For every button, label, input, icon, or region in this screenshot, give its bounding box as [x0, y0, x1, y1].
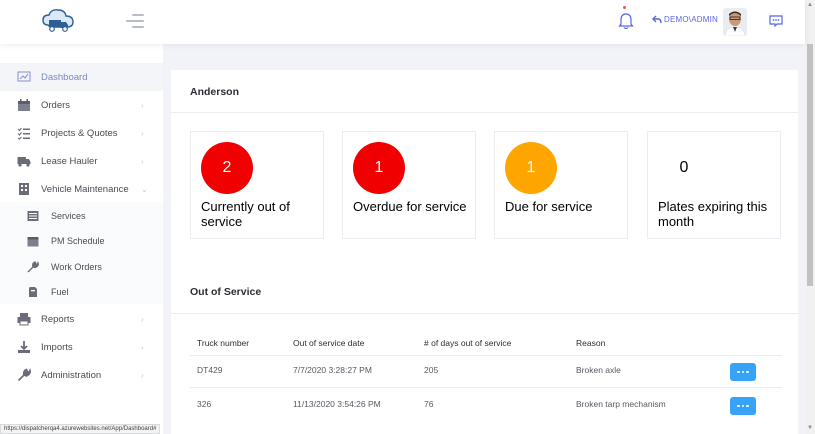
- truck-number-cell: 326: [197, 399, 212, 409]
- sidebar-subitem-label: Services: [51, 211, 86, 221]
- stat-count: 0: [679, 159, 689, 176]
- sidebar-item-label: Vehicle Maintenance: [41, 183, 129, 195]
- stat-count: 2: [201, 142, 253, 194]
- printer-icon: [17, 313, 31, 326]
- chevron-right-icon: ›: [141, 370, 144, 380]
- chevron-right-icon: ›: [141, 342, 144, 352]
- scrollbar-thumb[interactable]: [807, 44, 813, 286]
- chevron-right-icon: ›: [141, 100, 144, 110]
- chevron-right-icon: ›: [141, 314, 144, 324]
- reason-cell: Broken axle: [576, 365, 621, 375]
- truck-number-cell: DT429: [197, 365, 223, 375]
- sidebar-item-label: Administration: [41, 369, 102, 381]
- list-icon: [27, 211, 39, 221]
- stat-label: Plates expiring this month: [658, 199, 768, 229]
- column-header: Out of service date: [293, 338, 365, 348]
- scroll-down-arrow-icon[interactable]: ▼: [807, 425, 813, 431]
- page-title: Anderson: [190, 86, 240, 98]
- row-actions-button[interactable]: [730, 363, 756, 381]
- stat-label: Overdue for service: [353, 199, 467, 214]
- import-icon: [18, 341, 30, 353]
- divider: [171, 313, 798, 314]
- sidebar-subitem-label: PM Schedule: [51, 236, 105, 246]
- sidebar-subitem-label: Work Orders: [51, 262, 102, 272]
- dashboard-panel: Anderson 2 Currently out of service 1 Ov…: [171, 70, 798, 434]
- sidebar-item-label: Dashboard: [41, 71, 88, 83]
- row-actions-button[interactable]: [730, 397, 756, 415]
- sidebar-item-label: Orders: [41, 99, 71, 111]
- out-of-service-date-cell: 7/7/2020 3:28:27 PM: [293, 365, 372, 375]
- sidebar-item-projects-quotes[interactable]: Projects & Quotes ›: [0, 119, 163, 147]
- wrench-icon: [17, 368, 31, 382]
- sidebar-subitem-pm-schedule[interactable]: PM Schedule: [0, 229, 163, 253]
- stat-label: Due for service: [505, 199, 593, 214]
- reason-cell: Broken tarp mechanism: [576, 399, 666, 409]
- sidebar-subitem-services[interactable]: Services: [0, 204, 163, 228]
- avatar[interactable]: [723, 8, 747, 36]
- checklist-icon: [17, 127, 30, 140]
- truck-icon: [17, 157, 31, 167]
- column-header: Reason: [576, 338, 606, 348]
- out-of-service-date-cell: 11/13/2020 3:54:26 PM: [293, 399, 381, 409]
- divider: [171, 112, 798, 113]
- sidebar-item-label: Reports: [41, 313, 75, 325]
- sidebar-item-lease-hauler[interactable]: Lease Hauler ›: [0, 147, 163, 175]
- stat-label: Currently out of service: [201, 199, 290, 229]
- sidebar: Dashboard Orders › Projects & Quotes › L…: [0, 44, 163, 434]
- sidebar-item-label: Projects & Quotes: [41, 127, 118, 139]
- chevron-right-icon: ›: [141, 128, 144, 138]
- table-row-divider: [190, 387, 782, 388]
- column-header: # of days out of service: [424, 338, 512, 348]
- notification-dot: [623, 6, 626, 9]
- column-header: Truck number: [197, 338, 250, 348]
- stat-card-due[interactable]: 1 Due for service: [494, 131, 628, 239]
- calendar-icon: [27, 237, 39, 247]
- fuel-icon: [29, 287, 37, 297]
- days-out-cell: 205: [424, 365, 439, 375]
- sidebar-subitem-label: Fuel: [51, 287, 69, 297]
- days-out-cell: 76: [424, 399, 434, 409]
- sidebar-subitem-work-orders[interactable]: Work Orders: [0, 255, 163, 279]
- status-url: https://dispatcherqa4.azurewebsites.net/…: [0, 424, 161, 434]
- stat-card-plates-expiring[interactable]: 0 Plates expiring this month: [647, 131, 781, 239]
- wrench-icon: [27, 261, 39, 273]
- dashboard-icon: [17, 71, 31, 82]
- section-title: Out of Service: [190, 286, 262, 298]
- user-label: DEMO\ADMIN: [664, 15, 718, 24]
- sidebar-item-administration[interactable]: Administration ›: [0, 361, 163, 389]
- chevron-down-icon: ⌄: [141, 184, 148, 194]
- stat-card-overdue[interactable]: 1 Overdue for service: [342, 131, 476, 239]
- hamburger-icon[interactable]: [126, 14, 144, 30]
- sidebar-item-dashboard[interactable]: Dashboard: [0, 63, 163, 91]
- sidebar-item-vehicle-maintenance[interactable]: Vehicle Maintenance ⌄: [0, 175, 163, 203]
- sidebar-item-label: Imports: [41, 341, 73, 353]
- building-icon: [19, 183, 29, 195]
- sidebar-item-label: Lease Hauler: [41, 155, 98, 167]
- logo-truck-cloud-icon[interactable]: [40, 7, 76, 37]
- chat-icon[interactable]: [769, 15, 783, 27]
- scroll-up-arrow-icon[interactable]: ▲: [807, 2, 813, 8]
- top-header: DEMO\ADMIN: [0, 0, 805, 44]
- table-row-divider: [190, 355, 782, 356]
- stat-count: 1: [505, 142, 557, 194]
- sidebar-item-orders[interactable]: Orders ›: [0, 91, 163, 119]
- sidebar-item-imports[interactable]: Imports ›: [0, 333, 163, 361]
- sidebar-item-reports[interactable]: Reports ›: [0, 305, 163, 333]
- chevron-right-icon: ›: [141, 156, 144, 166]
- impersonated-user-link[interactable]: DEMO\ADMIN: [652, 15, 718, 24]
- calendar-icon: [18, 99, 30, 111]
- stat-card-out-of-service[interactable]: 2 Currently out of service: [190, 131, 324, 239]
- stat-count: 1: [353, 142, 405, 194]
- undo-arrow-icon: [652, 15, 662, 24]
- bell-icon[interactable]: [618, 12, 634, 30]
- sidebar-subitem-fuel[interactable]: Fuel: [0, 280, 163, 304]
